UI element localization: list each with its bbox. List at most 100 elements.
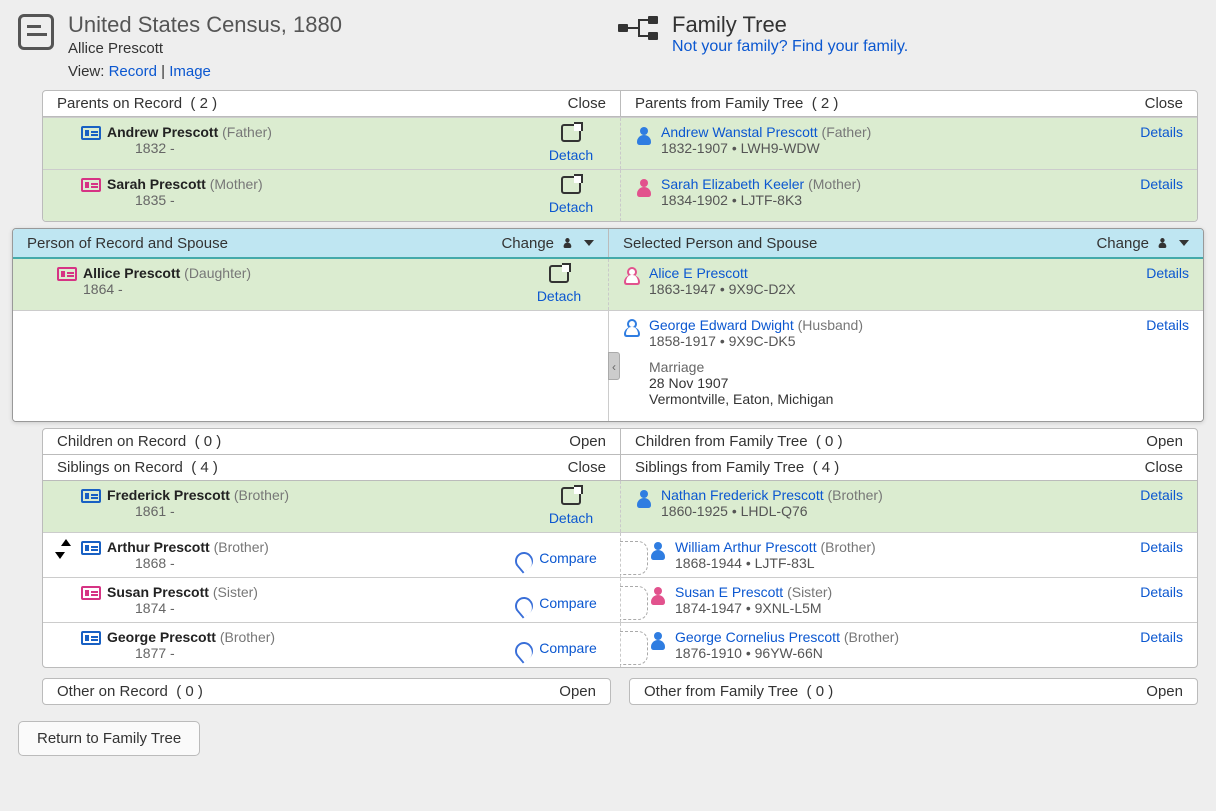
chevron-down-icon xyxy=(584,240,594,246)
sibling-tree-meta: 1860-1925 • LHDL-Q76 xyxy=(661,503,1123,519)
rec-father-name: Andrew Prescott xyxy=(107,124,218,140)
person-icon xyxy=(623,319,643,339)
parents-tree-toggle[interactable]: Close xyxy=(1145,95,1183,112)
rec-mother-rel: (Mother) xyxy=(210,176,263,192)
document-icon xyxy=(18,14,54,50)
find-family-link[interactable]: Not your family? Find your family. xyxy=(672,38,908,55)
sibling-tree-link[interactable]: William Arthur Prescott xyxy=(675,539,817,555)
sibling-rec-life: 1874 - xyxy=(135,600,506,616)
sibling-tree-rel: (Sister) xyxy=(787,584,832,600)
rec-mother-life: 1835 - xyxy=(135,192,536,208)
record-person: Allice Prescott xyxy=(68,40,342,57)
focus-rec-life: 1864 - xyxy=(83,281,524,297)
parents-rec-toggle[interactable]: Close xyxy=(568,95,606,112)
sibling-rec-name: Arthur Prescott xyxy=(107,539,210,555)
sibling-rec-life: 1877 - xyxy=(135,645,506,661)
spouse-link[interactable]: George Edward Dwight xyxy=(649,317,794,333)
details-link[interactable]: Details xyxy=(1140,629,1183,645)
sibling-tree-link[interactable]: Susan E Prescott xyxy=(675,584,783,600)
detach-button[interactable]: Detach xyxy=(549,147,593,163)
swap-icon[interactable] xyxy=(57,539,71,559)
spouse-rel: (Husband) xyxy=(798,317,863,333)
record-card-icon xyxy=(81,126,101,140)
tree-mother-link[interactable]: Sarah Elizabeth Keeler xyxy=(661,176,804,192)
sibling-tree-rel: (Brother) xyxy=(844,629,899,645)
person-icon xyxy=(649,586,669,606)
children-tree-title: Children from Family Tree xyxy=(635,433,808,450)
record-card-icon xyxy=(81,178,101,192)
children-rec-toggle[interactable]: Open xyxy=(569,433,606,450)
sibling-tree-rel: (Brother) xyxy=(820,539,875,555)
record-card-icon xyxy=(57,267,77,281)
focus-tree-change[interactable]: Change xyxy=(1096,233,1189,253)
siblings-tree-title: Siblings from Family Tree xyxy=(635,459,804,476)
person-icon xyxy=(635,489,655,509)
person-icon xyxy=(635,178,655,198)
detach-icon xyxy=(561,487,581,505)
detach-button[interactable]: Detach xyxy=(549,510,593,526)
collapse-handle[interactable]: ‹ xyxy=(608,352,620,380)
chevron-down-icon xyxy=(1179,240,1189,246)
sibling-tree-meta: 1876-1910 • 96YW-66N xyxy=(675,645,1123,661)
sibling-tree-link[interactable]: Nathan Frederick Prescott xyxy=(661,487,824,503)
person-icon xyxy=(649,541,669,561)
tree-mother-rel: (Mother) xyxy=(808,176,861,192)
compare-button[interactable]: Compare xyxy=(515,549,597,567)
paperclip-icon xyxy=(512,593,537,618)
other-rec-title: Other on Record xyxy=(57,683,168,700)
rec-father-rel: (Father) xyxy=(222,124,272,140)
details-link[interactable]: Details xyxy=(1140,539,1183,555)
record-card-icon xyxy=(81,631,101,645)
view-record-link[interactable]: Record xyxy=(109,63,157,80)
focus-rec-title: Person of Record and Spouse xyxy=(27,235,228,252)
siblings-rec-title: Siblings on Record xyxy=(57,459,183,476)
compare-button[interactable]: Compare xyxy=(515,639,597,657)
details-link[interactable]: Details xyxy=(1146,265,1189,281)
other-rec-toggle[interactable]: Open xyxy=(559,683,596,700)
parents-rec-title: Parents on Record xyxy=(57,95,182,112)
person-icon xyxy=(623,267,643,287)
details-link[interactable]: Details xyxy=(1140,584,1183,600)
details-link[interactable]: Details xyxy=(1140,124,1183,140)
parents-tree-title: Parents from Family Tree xyxy=(635,95,803,112)
sibling-rec-name: Susan Prescott xyxy=(107,584,209,600)
siblings-tree-toggle[interactable]: Close xyxy=(1145,459,1183,476)
person-icon xyxy=(1158,238,1169,249)
children-tree-toggle[interactable]: Open xyxy=(1146,433,1183,450)
rec-father-life: 1832 - xyxy=(135,140,536,156)
focus-tree-link[interactable]: Alice E Prescott xyxy=(649,265,748,281)
view-image-link[interactable]: Image xyxy=(169,63,211,80)
details-link[interactable]: Details xyxy=(1146,317,1189,333)
link-bracket-icon xyxy=(620,586,648,620)
view-label: View: xyxy=(68,63,104,80)
detach-button[interactable]: Detach xyxy=(549,199,593,215)
tree-father-link[interactable]: Andrew Wanstal Prescott xyxy=(661,124,818,140)
link-bracket-icon xyxy=(620,541,648,575)
record-title: United States Census, 1880 xyxy=(68,12,342,38)
siblings-rec-toggle[interactable]: Close xyxy=(568,459,606,476)
return-button[interactable]: Return to Family Tree xyxy=(18,721,200,756)
children-rec-title: Children on Record xyxy=(57,433,186,450)
record-card-icon xyxy=(81,489,101,503)
marriage-date: 28 Nov 1907 xyxy=(649,375,1129,391)
sibling-rec-life: 1861 - xyxy=(135,503,536,519)
sibling-tree-link[interactable]: George Cornelius Prescott xyxy=(675,629,840,645)
detach-icon xyxy=(549,265,569,283)
sibling-rec-life: 1868 - xyxy=(135,555,506,571)
detach-button[interactable]: Detach xyxy=(537,288,581,304)
other-tree-toggle[interactable]: Open xyxy=(1146,683,1183,700)
focus-rec-name: Allice Prescott xyxy=(83,265,180,281)
sibling-tree-rel: (Brother) xyxy=(828,487,883,503)
tree-mother-meta: 1834-1902 • LJTF-8K3 xyxy=(661,192,1123,208)
compare-button[interactable]: Compare xyxy=(515,594,597,612)
marriage-place: Vermontville, Eaton, Michigan xyxy=(649,391,1129,407)
tree-father-rel: (Father) xyxy=(822,124,872,140)
sibling-tree-meta: 1874-1947 • 9XNL-L5M xyxy=(675,600,1123,616)
details-link[interactable]: Details xyxy=(1140,487,1183,503)
sibling-rec-name: George Prescott xyxy=(107,629,216,645)
detach-icon xyxy=(561,176,581,194)
focus-rec-rel: (Daughter) xyxy=(184,265,251,281)
focus-tree-title: Selected Person and Spouse xyxy=(623,235,817,252)
details-link[interactable]: Details xyxy=(1140,176,1183,192)
focus-rec-change[interactable]: Change xyxy=(501,233,594,253)
